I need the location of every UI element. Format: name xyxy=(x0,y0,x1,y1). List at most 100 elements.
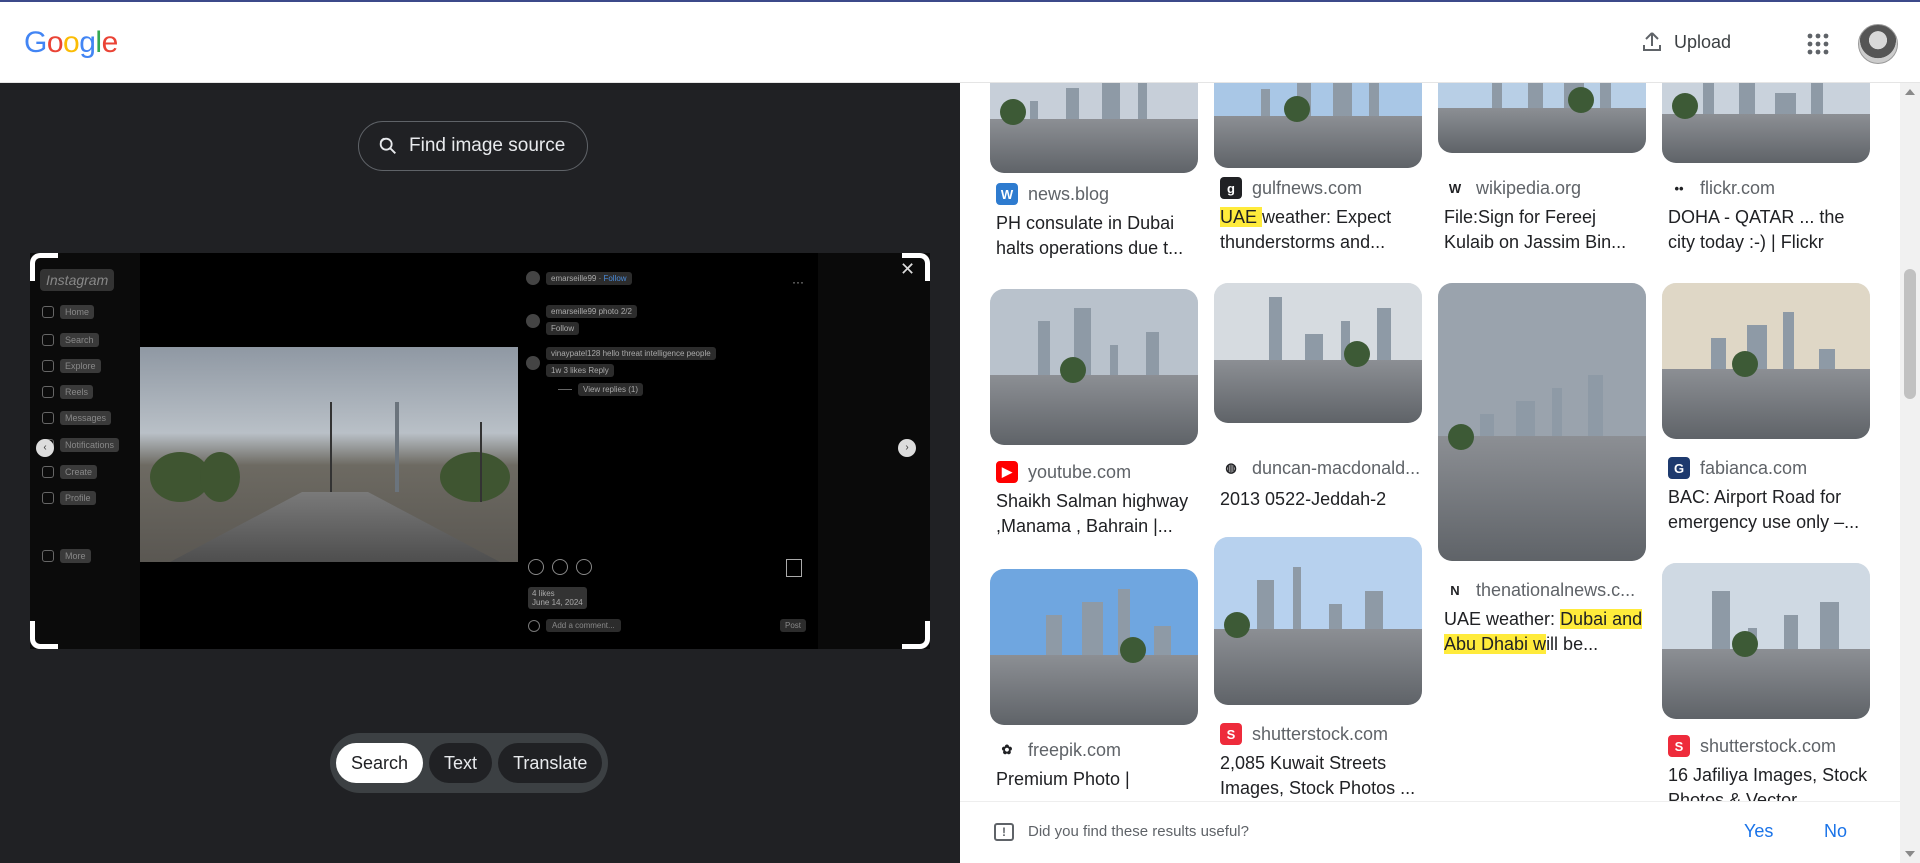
ig-nav-item: Explore xyxy=(42,359,101,373)
upload-label: Upload xyxy=(1674,31,1732,52)
site-favicon-icon: ✿ xyxy=(996,739,1018,761)
result-thumbnail[interactable] xyxy=(990,289,1198,445)
ig-add-comment: Add a comment... xyxy=(528,619,621,632)
scrollbar[interactable] xyxy=(1900,83,1920,863)
result-title[interactable]: 2013 0522-Jeddah-2 xyxy=(1220,487,1425,512)
result-source[interactable]: ✿ freepik.com xyxy=(996,739,1121,761)
scroll-down-icon[interactable] xyxy=(1905,851,1915,857)
site-favicon-icon: N xyxy=(1444,579,1466,601)
result-thumbnail[interactable] xyxy=(1662,283,1870,439)
ig-view-replies: View replies (1) xyxy=(578,383,643,396)
find-image-source-button[interactable]: Find image source xyxy=(358,121,589,171)
ig-nav-item: Profile xyxy=(42,491,96,505)
result-title[interactable]: BAC: Airport Road for emergency use only… xyxy=(1668,485,1873,535)
prev-arrow-icon: ‹ xyxy=(36,439,54,457)
crop-handle-bottom-left[interactable] xyxy=(30,621,58,649)
result-title[interactable]: Premium Photo | xyxy=(996,767,1201,792)
site-favicon-icon: ◍ xyxy=(1220,457,1242,479)
query-image[interactable]: Instagram Home Search Explore Reels Messages… xyxy=(30,253,930,649)
mode-text-button[interactable]: Text xyxy=(429,743,493,783)
result-source-name: shutterstock.com xyxy=(1700,735,1837,756)
feedback-icon: ! xyxy=(994,823,1014,841)
result-thumbnail[interactable] xyxy=(1214,537,1422,705)
site-favicon-icon: g xyxy=(1220,177,1242,199)
result-source[interactable]: Wnews.blog xyxy=(996,183,1109,205)
ig-nav-item: Reels xyxy=(42,385,94,399)
result-source[interactable]: Sshutterstock.com xyxy=(1668,735,1836,757)
result-title[interactable]: Shaikh Salman highway ,Manama , Bahrain … xyxy=(996,489,1201,539)
site-favicon-icon: •• xyxy=(1668,177,1690,199)
ig-post-user: emarseille99 xyxy=(551,273,597,283)
ig-nav-item: Home xyxy=(42,305,95,319)
result-thumbnail[interactable] xyxy=(1214,83,1422,168)
crop-handle-bottom-right[interactable] xyxy=(902,621,930,649)
result-title[interactable]: UAE weather: Expect thunderstorms and... xyxy=(1220,205,1425,255)
result-source-name: shutterstock.com xyxy=(1252,723,1389,744)
result-source-name: duncan-macdonald... xyxy=(1252,457,1421,478)
crop-handle-top-right[interactable] xyxy=(902,253,930,281)
ig-caption-sub: Follow xyxy=(546,322,580,335)
site-favicon-icon: G xyxy=(1668,457,1690,479)
feedback-no-button[interactable]: No xyxy=(1824,821,1847,842)
account-avatar[interactable] xyxy=(1858,24,1898,64)
feedback-yes-button[interactable]: Yes xyxy=(1744,821,1773,842)
result-source[interactable]: ◍ duncan-macdonald... xyxy=(1220,457,1420,479)
ig-nav-item: Create xyxy=(42,465,98,479)
site-favicon-icon: W xyxy=(996,183,1018,205)
result-thumbnail[interactable] xyxy=(990,83,1198,173)
find-image-source-label: Find image source xyxy=(409,135,566,156)
upload-button[interactable]: Upload xyxy=(1640,30,1731,54)
result-source-name: gulfnews.com xyxy=(1252,177,1363,198)
more-icon: ··· xyxy=(792,275,804,289)
scroll-thumb[interactable] xyxy=(1904,269,1916,399)
site-favicon-icon: S xyxy=(1668,735,1690,757)
result-source-name: freepik.com xyxy=(1028,739,1122,760)
result-source[interactable]: Gfabianca.com xyxy=(1668,457,1807,479)
ig-photo xyxy=(140,347,518,562)
result-source-name: fabianca.com xyxy=(1700,457,1808,478)
result-thumbnail[interactable] xyxy=(990,569,1198,725)
result-source-name: thenationalnews.c... xyxy=(1476,579,1636,600)
result-title[interactable]: UAE weather: Dubai and Abu Dhabi will be… xyxy=(1444,607,1649,657)
result-title[interactable]: 2,085 Kuwait Streets Images, Stock Photo… xyxy=(1220,751,1425,801)
ig-action-icons xyxy=(528,559,592,575)
ig-nav-item: Messages xyxy=(42,411,112,425)
result-source[interactable]: ▶ youtube.com xyxy=(996,461,1131,483)
result-thumbnail[interactable] xyxy=(1662,83,1870,163)
google-logo[interactable]: Google xyxy=(24,26,118,60)
result-source-name: flickr.com xyxy=(1700,177,1776,198)
result-title[interactable]: DOHA - QATAR ... the city today :-) | Fl… xyxy=(1668,205,1873,255)
bookmark-icon xyxy=(786,559,802,577)
result-source[interactable]: g gulfnews.com xyxy=(1220,177,1362,199)
result-title[interactable]: File:Sign for Fereej Kulaib on Jassim Bi… xyxy=(1444,205,1649,255)
header: Google Upload xyxy=(0,0,1920,83)
ig-nav-item: More xyxy=(42,549,91,563)
ig-comment: vinaypatel128 hello threat intelligence … xyxy=(546,347,716,360)
site-favicon-icon: ▶ xyxy=(996,461,1018,483)
site-favicon-icon: W xyxy=(1444,177,1466,199)
result-source[interactable]: •• flickr.com xyxy=(1668,177,1775,199)
feedback-bar: ! Did you find these results useful? Yes… xyxy=(960,801,1900,863)
result-title[interactable]: PH consulate in Dubai halts operations d… xyxy=(996,211,1201,261)
result-source[interactable]: Wwikipedia.org xyxy=(1444,177,1581,199)
ig-caption: emarseille99 photo 2/2 xyxy=(546,305,637,318)
scroll-up-icon[interactable] xyxy=(1905,89,1915,95)
ig-follow: Follow xyxy=(603,273,627,283)
query-image-panel: Find image source Instagram Home Search Ex… xyxy=(0,83,960,863)
next-arrow-icon: › xyxy=(898,439,916,457)
result-thumbnail[interactable] xyxy=(1662,563,1870,719)
result-source[interactable]: Nthenationalnews.c... xyxy=(1444,579,1635,601)
mode-switcher: Search Text Translate xyxy=(330,733,609,793)
result-thumbnail[interactable] xyxy=(1438,283,1646,561)
result-source-name: wikipedia.org xyxy=(1476,177,1582,198)
result-source[interactable]: Sshutterstock.com xyxy=(1220,723,1388,745)
result-thumbnail[interactable] xyxy=(1214,283,1422,423)
visual-matches: Wnews.blog PH consulate in Dubai halts op… xyxy=(960,83,1900,863)
crop-handle-top-left[interactable] xyxy=(30,253,58,281)
mode-translate-button[interactable]: Translate xyxy=(498,743,603,783)
result-source-name: news.blog xyxy=(1028,183,1110,204)
apps-grid-icon[interactable] xyxy=(1806,32,1830,56)
mode-search-button[interactable]: Search xyxy=(336,743,424,783)
feedback-question: Did you find these results useful? xyxy=(1028,823,1249,840)
result-thumbnail[interactable] xyxy=(1438,83,1646,153)
